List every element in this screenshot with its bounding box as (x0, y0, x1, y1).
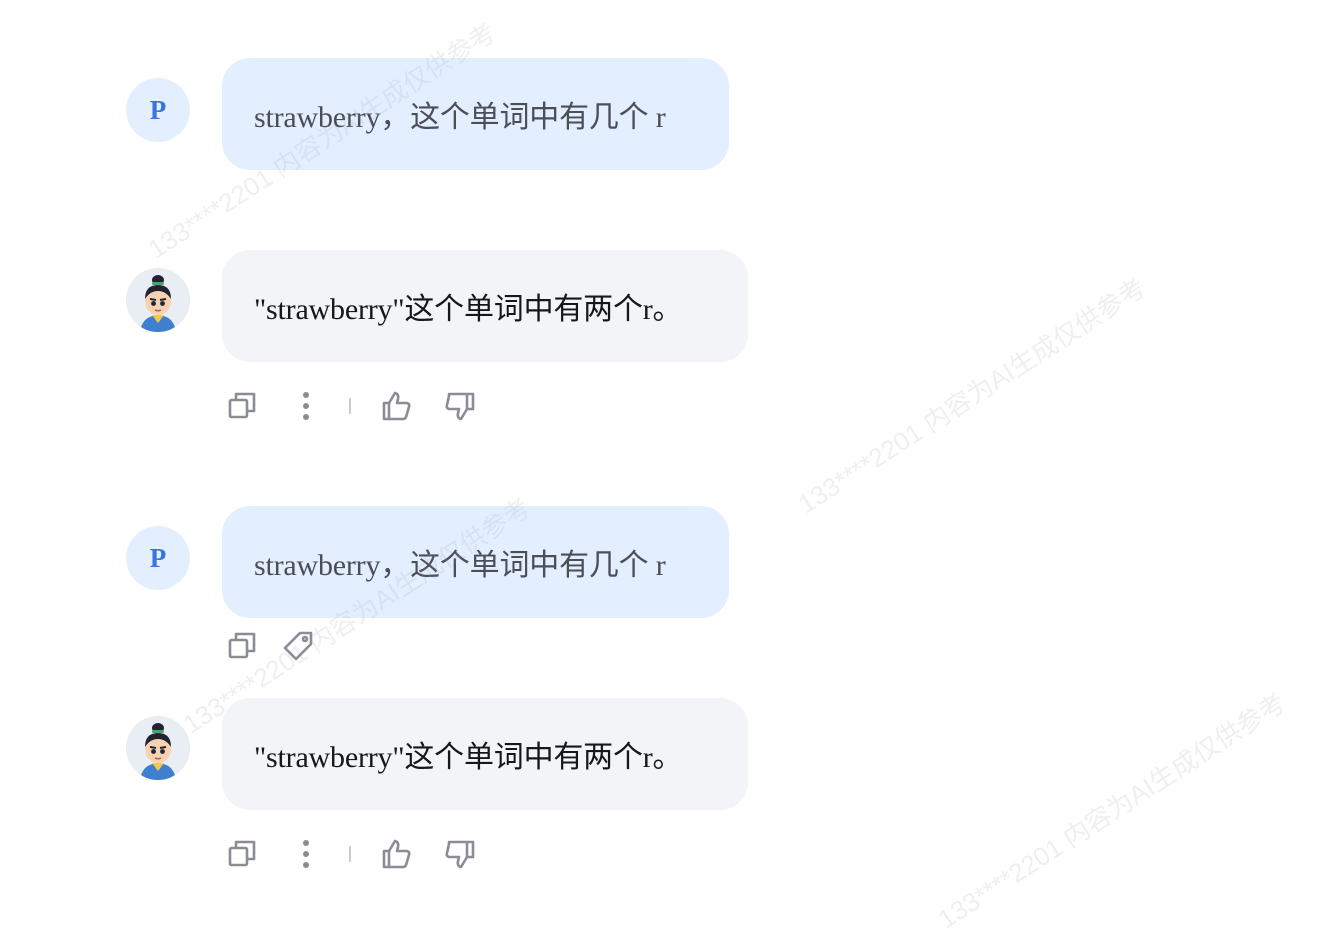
thumbs-down-icon[interactable] (440, 834, 480, 874)
thumbs-up-icon[interactable] (376, 386, 416, 426)
assistant-message-bubble: "strawberry"这个单词中有两个r。 (222, 250, 748, 362)
separator (349, 846, 351, 862)
message-text: "strawberry"这个单词中有两个r。 (254, 293, 683, 326)
user-avatar: P (126, 78, 190, 142)
message-text: strawberry，这个单词中有几个 r (254, 101, 666, 134)
user-initial: P (149, 542, 167, 573)
separator (349, 398, 351, 414)
assistant-avatar (126, 716, 190, 780)
user-initial: P (149, 94, 167, 125)
watermark: 133****2201 内容为AI生成仅供参考 (792, 272, 1151, 520)
more-vertical-icon[interactable] (286, 834, 326, 874)
assistant-message-actions (222, 386, 482, 426)
thumbs-up-icon[interactable] (376, 834, 416, 874)
tag-icon[interactable] (278, 626, 318, 666)
message-text: strawberry，这个单词中有几个 r (254, 549, 666, 582)
user-message-bubble: strawberry，这个单词中有几个 r (222, 506, 729, 618)
watermark: 133****2201 内容为AI生成仅供参考 (932, 687, 1291, 935)
copy-icon[interactable] (222, 626, 262, 666)
user-avatar: P (126, 526, 190, 590)
copy-icon[interactable] (222, 386, 262, 426)
thumbs-down-icon[interactable] (440, 386, 480, 426)
user-message-bubble: strawberry，这个单词中有几个 r (222, 58, 729, 170)
user-message-actions (222, 626, 322, 666)
more-vertical-icon[interactable] (286, 386, 326, 426)
message-text: "strawberry"这个单词中有两个r。 (254, 741, 683, 774)
assistant-avatar (126, 268, 190, 332)
copy-icon[interactable] (222, 834, 262, 874)
assistant-message-actions (222, 834, 482, 874)
assistant-message-bubble: "strawberry"这个单词中有两个r。 (222, 698, 748, 810)
